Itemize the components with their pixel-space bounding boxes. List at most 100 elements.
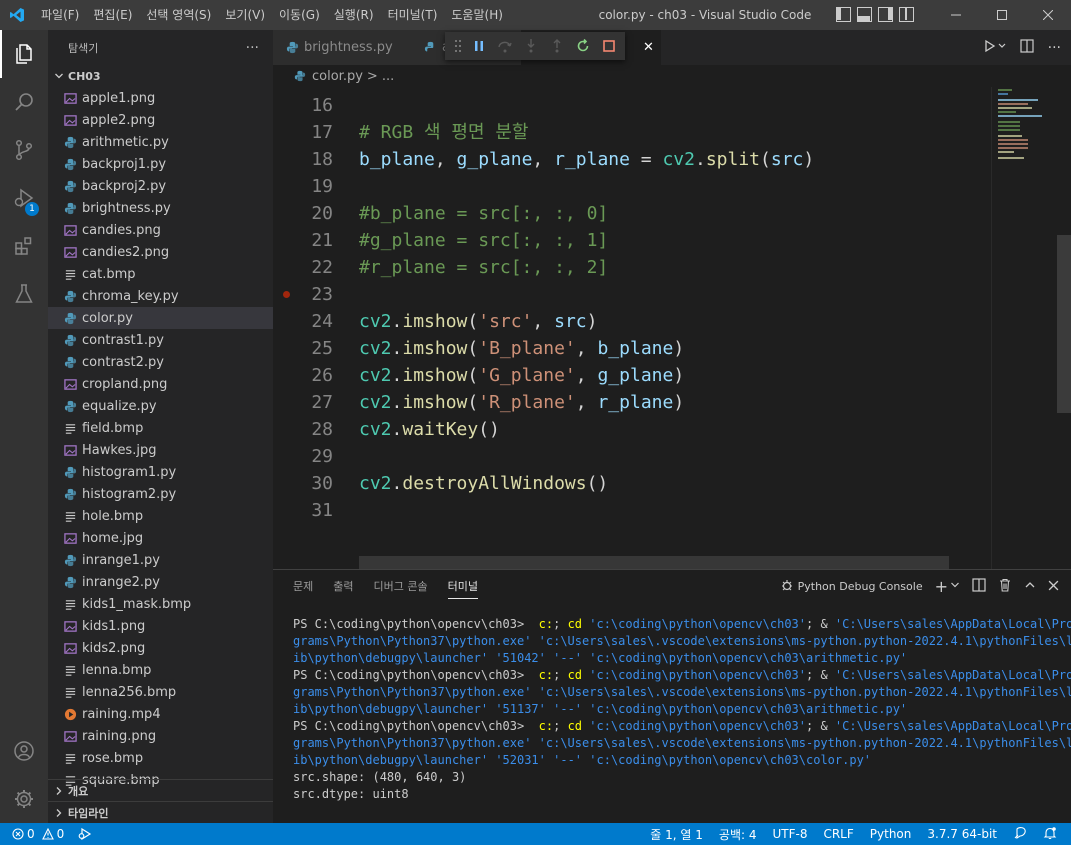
file-item[interactable]: kids1.png [48,615,273,637]
explorer-icon[interactable] [0,30,48,78]
panel-tab[interactable]: 출력 [323,570,363,603]
menu-item[interactable]: 파일(F) [34,0,86,30]
menu-item[interactable]: 선택 영역(S) [139,0,218,30]
file-item[interactable]: candies.png [48,219,273,241]
encoding[interactable]: UTF-8 [772,827,807,841]
testing-icon[interactable] [0,270,48,318]
line-number: 16 [311,95,333,116]
trash-icon[interactable] [998,578,1012,595]
file-item[interactable]: equalize.py [48,395,273,417]
file-item[interactable]: color.py [48,307,273,329]
notifications-bell-icon[interactable] [1043,826,1057,843]
drag-grip-icon[interactable] [451,34,465,58]
file-item[interactable]: histogram2.py [48,483,273,505]
code-editor[interactable]: 16 17 # RGB 색 평면 분할 18 b_plane, g_plane, r_p… [273,87,1071,569]
run-debug-icon[interactable]: 1 [0,174,48,222]
file-item[interactable]: kids1_mask.bmp [48,593,273,615]
step-into-icon[interactable] [519,34,543,58]
maximize-button[interactable] [979,0,1025,30]
menu-item[interactable]: 이동(G) [272,0,327,30]
file-item[interactable]: Hawkes.jpg [48,439,273,461]
file-item[interactable]: home.jpg [48,527,273,549]
terminal-output[interactable]: PS C:\coding\python\opencv\ch03> c:; cd … [293,616,1071,803]
menu-item[interactable]: 터미널(T) [381,0,445,30]
file-item[interactable]: lenna256.bmp [48,681,273,703]
pause-icon[interactable] [467,34,491,58]
close-panel-icon[interactable] [1048,580,1059,594]
terminal-name[interactable]: Python Debug Console [798,580,923,593]
feedback-icon[interactable] [1013,826,1027,843]
breadcrumb-file[interactable]: color.py [312,69,363,84]
file-item[interactable]: cropland.png [48,373,273,395]
toggle-sidebar-icon[interactable] [836,7,851,22]
panel-tab[interactable]: 디버그 콘솔 [364,570,438,603]
toggle-panel-icon[interactable] [857,7,872,22]
source-control-icon[interactable] [0,126,48,174]
cursor-position[interactable]: 줄 1, 열 1 [650,826,703,843]
file-item[interactable]: apple2.png [48,109,273,131]
file-item[interactable]: lenna.bmp [48,659,273,681]
file-name: contrast2.py [82,354,164,370]
file-item[interactable]: rose.bmp [48,747,273,769]
toggle-secondary-sidebar-icon[interactable] [878,7,893,22]
panel-tab[interactable]: 문제 [283,570,323,603]
problems-status[interactable]: 0 0 [12,827,64,841]
python-interpreter[interactable]: 3.7.7 64-bit [927,827,997,841]
search-icon[interactable] [0,78,48,126]
tab-brightness[interactable]: brightness.py [273,30,411,65]
menu-item[interactable]: 편집(E) [86,0,139,30]
step-out-icon[interactable] [545,34,569,58]
timeline-section[interactable]: 타임라인 [48,801,273,823]
debug-status-icon[interactable] [78,826,92,843]
file-item[interactable]: arithmetic.py [48,131,273,153]
menu-item[interactable]: 도움말(H) [444,0,510,30]
file-item[interactable]: raining.png [48,725,273,747]
file-item[interactable]: kids2.png [48,637,273,659]
file-item[interactable]: histogram1.py [48,461,273,483]
file-item[interactable]: contrast1.py [48,329,273,351]
file-item[interactable]: inrange1.py [48,549,273,571]
customize-layout-icon[interactable] [899,7,914,22]
breadcrumb-symbols[interactable]: ... [382,69,394,84]
file-item[interactable]: raining.mp4 [48,703,273,725]
outline-section[interactable]: 개요 [48,779,273,801]
chevron-down-icon[interactable] [950,580,960,593]
account-icon[interactable] [0,727,48,775]
file-item[interactable]: hole.bmp [48,505,273,527]
indentation[interactable]: 공백: 4 [719,826,757,843]
step-over-icon[interactable] [493,34,517,58]
file-item[interactable]: chroma_key.py [48,285,273,307]
extensions-icon[interactable] [0,222,48,270]
line-ending[interactable]: CRLF [823,827,853,841]
file-item[interactable]: apple1.png [48,87,273,109]
run-python-file-icon[interactable] [984,39,1006,57]
minimap[interactable] [991,87,1057,569]
new-terminal-icon[interactable]: + [935,577,948,596]
file-item[interactable]: field.bmp [48,417,273,439]
close-window-button[interactable] [1025,0,1071,30]
stop-icon[interactable] [597,34,621,58]
menu-item[interactable]: 실행(R) [327,0,381,30]
chevron-up-icon[interactable] [1024,579,1036,594]
language-mode[interactable]: Python [870,827,912,841]
vertical-scrollbar[interactable] [1057,235,1071,413]
folder-ch03[interactable]: CH03 [48,65,273,87]
menu-item[interactable]: 보기(V) [218,0,272,30]
file-item[interactable]: contrast2.py [48,351,273,373]
tab-close-icon[interactable]: ✕ [643,40,654,55]
panel-tab[interactable]: 터미널 [438,570,488,603]
more-actions-icon[interactable]: ··· [246,40,259,56]
file-item[interactable]: cat.bmp [48,263,273,285]
horizontal-scrollbar[interactable] [359,556,949,569]
file-item[interactable]: candies2.png [48,241,273,263]
more-actions-icon[interactable]: ··· [1048,40,1061,56]
split-editor-icon[interactable] [1020,38,1034,57]
split-terminal-icon[interactable] [972,578,986,595]
file-item[interactable]: backproj1.py [48,153,273,175]
file-item[interactable]: backproj2.py [48,175,273,197]
file-item[interactable]: inrange2.py [48,571,273,593]
settings-gear-icon[interactable] [0,775,48,823]
file-item[interactable]: brightness.py [48,197,273,219]
minimize-button[interactable] [933,0,979,30]
restart-icon[interactable] [571,34,595,58]
